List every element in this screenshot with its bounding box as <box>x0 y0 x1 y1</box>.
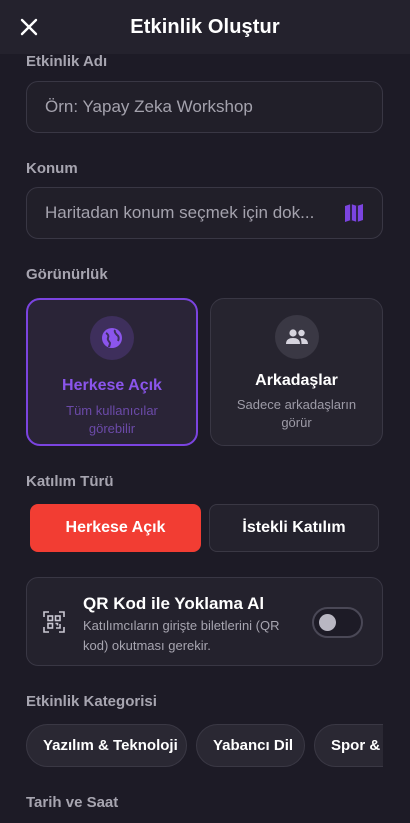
visibility-option-friends[interactable]: Arkadaşlar Sadece arkadaşların görür <box>210 298 383 446</box>
qr-attendance-description: Katılımcıların girişte biletlerini (QR k… <box>83 618 280 653</box>
category-chip[interactable]: Spor & G <box>314 724 383 767</box>
close-button[interactable] <box>12 10 46 44</box>
visibility-option-subtitle: Sadece arkadaşların görür <box>236 397 357 430</box>
visibility-option-subtitle: Tüm kullanıcılar görebilir <box>66 403 158 436</box>
page-title: Etkinlik Oluştur <box>130 15 280 38</box>
qr-attendance-title: QR Kod ile Yoklama Al <box>83 594 265 613</box>
event-name-field-wrapper <box>26 81 383 133</box>
join-type-public-button[interactable]: Herkese Açık <box>30 504 201 552</box>
category-chip[interactable]: Yabancı Dil <box>196 724 305 767</box>
close-icon <box>20 18 38 36</box>
category-chip[interactable]: Yazılım & Teknoloji <box>26 724 187 767</box>
visibility-option-public[interactable]: Herkese Açık Tüm kullanıcılar görebilir <box>26 298 198 446</box>
category-chip-list[interactable]: Yazılım & Teknoloji Yabancı Dil Spor & G <box>26 724 383 768</box>
map-icon[interactable] <box>344 203 364 223</box>
category-label: Etkinlik Kategorisi <box>26 693 157 710</box>
qr-attendance-toggle[interactable] <box>312 607 363 638</box>
visibility-option-title: Arkadaşlar <box>255 372 338 389</box>
people-icon-circle <box>274 315 319 359</box>
visibility-label: Görünürlük <box>26 266 108 283</box>
people-icon <box>285 329 308 344</box>
qr-scan-icon <box>43 611 65 633</box>
app-header: Etkinlik Oluştur <box>0 0 410 54</box>
event-name-label: Etkinlik Adı <box>26 53 108 70</box>
location-label: Konum <box>26 160 78 177</box>
datetime-label: Tarih ve Saat <box>26 794 119 811</box>
qr-attendance-card: QR Kod ile Yoklama Al Katılımcıların gir… <box>26 577 383 666</box>
toggle-knob <box>319 614 336 631</box>
globe-icon-circle <box>90 316 134 360</box>
join-type-request-button[interactable]: İstekli Katılım <box>209 504 379 552</box>
location-field-wrapper <box>26 187 383 239</box>
event-name-input[interactable] <box>45 97 364 117</box>
location-input[interactable] <box>45 203 336 223</box>
visibility-option-title: Herkese Açık <box>62 377 162 394</box>
globe-icon <box>102 328 122 348</box>
join-type-label: Katılım Türü <box>26 473 114 490</box>
